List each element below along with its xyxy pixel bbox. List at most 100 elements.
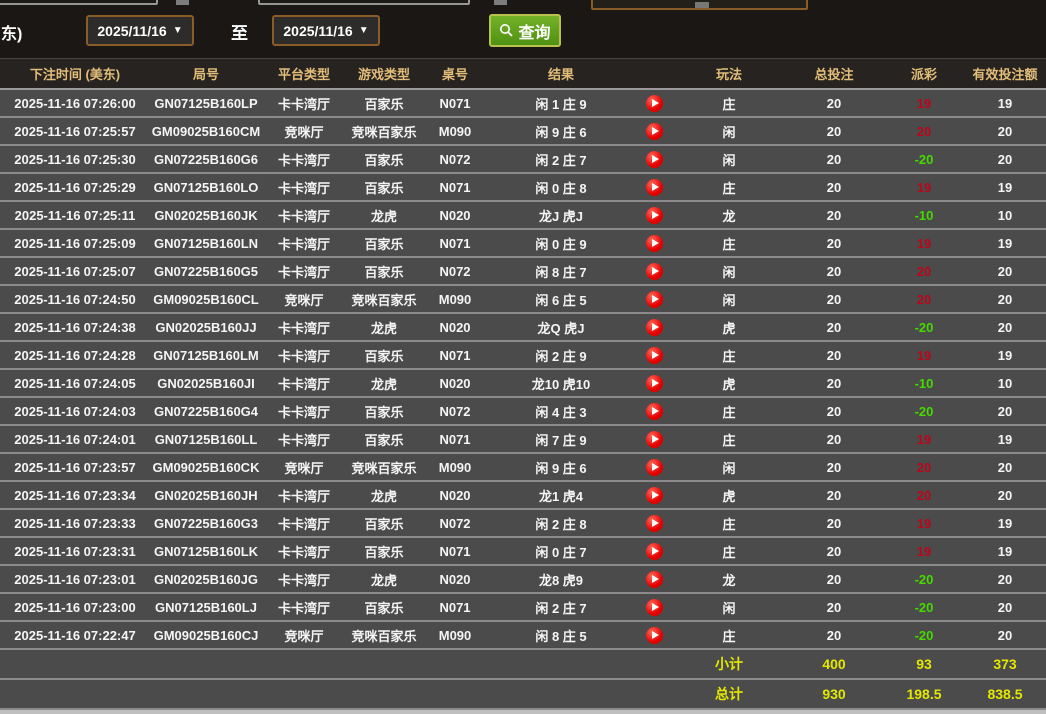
- grand-total-payout: 198.5: [884, 686, 964, 702]
- cell-table-no: N020: [422, 572, 488, 587]
- replay-play-icon[interactable]: [646, 319, 663, 336]
- replay-play-icon[interactable]: [646, 123, 663, 140]
- table-row: 2025-11-16 07:25:57 GM09025B160CM 竞咪厅 竞咪…: [0, 118, 1046, 146]
- replay-play-icon[interactable]: [646, 627, 663, 644]
- date-from-select[interactable]: 2025/11/16 ▼: [86, 15, 194, 46]
- cell-bet-time: 2025-11-16 07:24:38: [0, 320, 150, 335]
- chevron-down-icon: ▼: [173, 26, 183, 36]
- cell-total-bet: 20: [784, 264, 884, 279]
- cell-payout: -10: [884, 208, 964, 223]
- replay-play-icon[interactable]: [646, 571, 663, 588]
- cell-wager-type: 闲: [674, 150, 784, 169]
- cell-valid-bet: 20: [964, 124, 1046, 139]
- cell-replay: [634, 627, 674, 644]
- cell-total-bet: 20: [784, 516, 884, 531]
- cell-bet-time: 2025-11-16 07:24:50: [0, 292, 150, 307]
- subtotal-valid-bet: 373: [964, 656, 1046, 672]
- cell-wager-type: 庄: [674, 430, 784, 449]
- cell-payout: -20: [884, 628, 964, 643]
- cutoff-input-left[interactable]: [0, 0, 158, 5]
- cell-payout: 20: [884, 460, 964, 475]
- cell-total-bet: 20: [784, 208, 884, 223]
- cell-round-id: GN02025B160JJ: [150, 320, 262, 335]
- replay-play-icon[interactable]: [646, 291, 663, 308]
- date-to-select[interactable]: 2025/11/16 ▼: [272, 15, 380, 46]
- cell-platform-type: 卡卡湾厅: [262, 486, 346, 505]
- replay-play-icon[interactable]: [646, 347, 663, 364]
- cell-wager-type: 庄: [674, 234, 784, 253]
- cutoff-label-fragment: [176, 0, 189, 5]
- replay-play-icon[interactable]: [646, 375, 663, 392]
- cell-wager-type: 闲: [674, 290, 784, 309]
- replay-play-icon[interactable]: [646, 487, 663, 504]
- cell-platform-type: 竞咪厅: [262, 290, 346, 309]
- table-row: 2025-11-16 07:25:07 GN07225B160G5 卡卡湾厅 百…: [0, 258, 1046, 286]
- replay-play-icon[interactable]: [646, 431, 663, 448]
- cell-game-type: 龙虎: [346, 570, 422, 589]
- cell-valid-bet: 19: [964, 236, 1046, 251]
- cell-valid-bet: 20: [964, 264, 1046, 279]
- cell-wager-type: 闲: [674, 262, 784, 281]
- cell-replay: [634, 375, 674, 392]
- cell-bet-time: 2025-11-16 07:23:31: [0, 544, 150, 559]
- replay-play-icon[interactable]: [646, 403, 663, 420]
- cell-payout: 20: [884, 264, 964, 279]
- replay-play-icon[interactable]: [646, 599, 663, 616]
- cell-wager-type: 庄: [674, 346, 784, 365]
- subtotal-row: 小计 400 93 373: [0, 650, 1046, 680]
- cutoff-input-middle[interactable]: [258, 0, 470, 5]
- cell-platform-type: 卡卡湾厅: [262, 178, 346, 197]
- cell-result: 龙1 虎4: [488, 486, 634, 505]
- cell-table-no: N020: [422, 320, 488, 335]
- cell-result: 闲 8 庄 5: [488, 626, 634, 645]
- cell-total-bet: 20: [784, 488, 884, 503]
- cell-payout: -10: [884, 376, 964, 391]
- cell-result: 闲 7 庄 9: [488, 430, 634, 449]
- cell-payout: -20: [884, 600, 964, 615]
- cell-payout: -20: [884, 152, 964, 167]
- cell-replay: [634, 179, 674, 196]
- cell-game-type: 百家乐: [346, 402, 422, 421]
- cell-round-id: GM09025B160CK: [150, 460, 262, 475]
- replay-play-icon[interactable]: [646, 95, 663, 112]
- cell-valid-bet: 19: [964, 180, 1046, 195]
- table-row: 2025-11-16 07:23:01 GN02025B160JG 卡卡湾厅 龙…: [0, 566, 1046, 594]
- replay-play-icon[interactable]: [646, 459, 663, 476]
- replay-play-icon[interactable]: [646, 543, 663, 560]
- replay-play-icon[interactable]: [646, 263, 663, 280]
- cell-platform-type: 卡卡湾厅: [262, 346, 346, 365]
- cell-total-bet: 20: [784, 572, 884, 587]
- cell-round-id: GN07125B160LL: [150, 432, 262, 447]
- cell-game-type: 百家乐: [346, 598, 422, 617]
- query-button[interactable]: 查询: [489, 14, 561, 47]
- replay-play-icon[interactable]: [646, 151, 663, 168]
- cell-replay: [634, 599, 674, 616]
- cell-valid-bet: 19: [964, 516, 1046, 531]
- cell-table-no: N020: [422, 208, 488, 223]
- cell-valid-bet: 10: [964, 376, 1046, 391]
- cell-bet-time: 2025-11-16 07:25:09: [0, 236, 150, 251]
- cell-round-id: GN02025B160JG: [150, 572, 262, 587]
- cell-wager-type: 龙: [674, 570, 784, 589]
- header-valid-bet: 有效投注额: [964, 64, 1046, 83]
- table-row: 2025-11-16 07:25:09 GN07125B160LN 卡卡湾厅 百…: [0, 230, 1046, 258]
- chevron-down-icon: ▼: [359, 26, 369, 36]
- cell-replay: [634, 431, 674, 448]
- header-round-id: 局号: [150, 64, 262, 83]
- replay-play-icon[interactable]: [646, 207, 663, 224]
- cutoff-dropdown-right[interactable]: [591, 0, 808, 10]
- replay-play-icon[interactable]: [646, 179, 663, 196]
- cell-table-no: N071: [422, 236, 488, 251]
- replay-play-icon[interactable]: [646, 235, 663, 252]
- header-platform-type: 平台类型: [262, 64, 346, 83]
- replay-play-icon[interactable]: [646, 515, 663, 532]
- cell-result: 闲 2 庄 8: [488, 514, 634, 533]
- cell-result: 闲 2 庄 9: [488, 346, 634, 365]
- header-wager-type: 玩法: [674, 64, 784, 83]
- cell-game-type: 竞咪百家乐: [346, 458, 422, 477]
- cell-bet-time: 2025-11-16 07:26:00: [0, 96, 150, 111]
- cell-result: 闲 8 庄 7: [488, 262, 634, 281]
- cell-bet-time: 2025-11-16 07:25:07: [0, 264, 150, 279]
- cell-replay: [634, 207, 674, 224]
- cell-bet-time: 2025-11-16 07:25:57: [0, 124, 150, 139]
